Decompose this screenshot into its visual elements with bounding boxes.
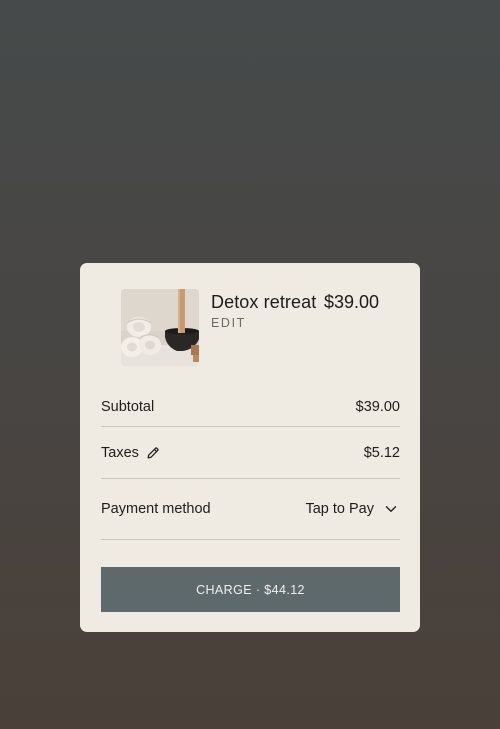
spa-towels-image: [121, 289, 199, 366]
checkout-card: Detox retreat EDIT $39.00 Subtotal $39.0…: [80, 263, 420, 632]
item-thumbnail: [121, 289, 199, 366]
pencil-icon[interactable]: [146, 446, 160, 460]
cart-item: Detox retreat EDIT $39.00: [100, 263, 400, 370]
chevron-down-icon[interactable]: [382, 502, 400, 516]
payment-method-value: Tap to Pay: [305, 501, 374, 517]
taxes-value: $5.12: [363, 444, 400, 461]
subtotal-label: Subtotal: [101, 399, 155, 415]
subtotal-value: $39.00: [355, 399, 400, 415]
item-price: $39.00: [323, 292, 379, 312]
taxes-label: Taxes: [101, 444, 139, 461]
charge-button[interactable]: CHARGE · $44.12: [101, 567, 400, 612]
payment-method-label: Payment method: [101, 501, 211, 517]
item-name: Detox retreat: [211, 292, 317, 312]
taxes-row: Taxes $5.12: [101, 427, 400, 479]
taxes-label-group: Taxes: [101, 445, 160, 461]
subtotal-row: Subtotal $39.00: [101, 388, 400, 427]
edit-item-link[interactable]: EDIT: [211, 316, 246, 330]
payment-method-select[interactable]: Tap to Pay: [305, 501, 400, 517]
payment-method-row[interactable]: Payment method Tap to Pay: [101, 479, 400, 540]
